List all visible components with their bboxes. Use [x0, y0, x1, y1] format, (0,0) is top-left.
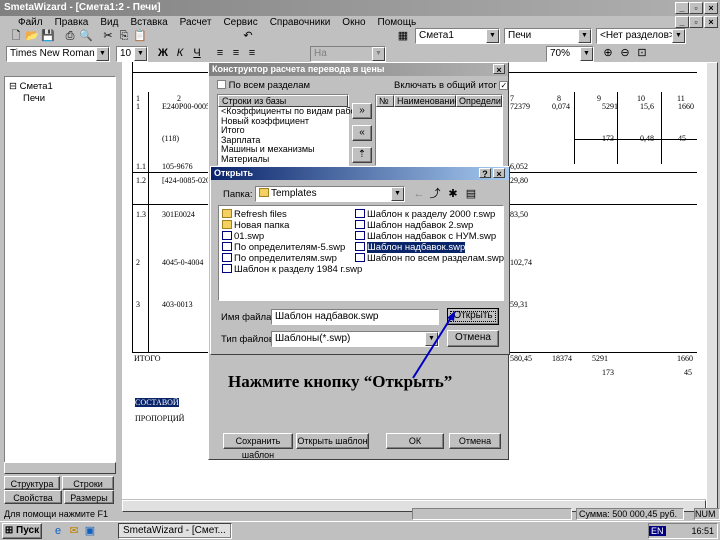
annotation-text: Нажмите кнопку “Открыть” — [228, 372, 453, 391]
status-sum: Сумма: 500 000,45 руб. — [576, 508, 684, 520]
taskbar: ⊞ Пуск e ✉ ▣ SmetaWizard - [Смет... EN 1… — [0, 521, 720, 540]
ie-icon[interactable]: e — [50, 523, 66, 539]
windows-icon: ⊞ — [4, 525, 14, 536]
desktop-icon[interactable]: ▣ — [82, 523, 98, 539]
start-label: Пуск — [16, 525, 40, 536]
annotation-arrow — [412, 311, 455, 379]
status-bar: Для помощи нажмите F1 Сумма: 500 000,45 … — [0, 508, 720, 521]
start-button[interactable]: ⊞ Пуск — [2, 523, 42, 539]
taskbar-app-button[interactable]: SmetaWizard - [Смет... — [118, 523, 232, 539]
status-num: NUM — [694, 508, 720, 520]
system-tray: EN 16:51 — [648, 523, 718, 539]
language-indicator[interactable]: EN — [649, 526, 666, 536]
clock: 16:51 — [691, 526, 714, 536]
status-help: Для помощи нажмите F1 — [4, 509, 108, 519]
outlook-icon[interactable]: ✉ — [66, 523, 82, 539]
